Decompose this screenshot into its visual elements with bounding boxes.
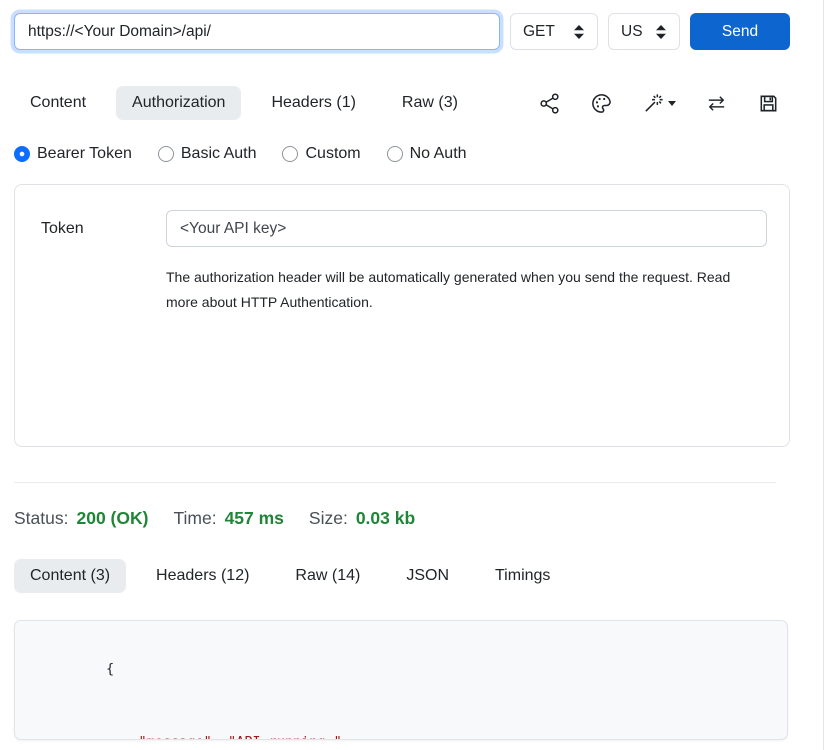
radio-custom[interactable]: Custom — [282, 145, 360, 163]
code-colon: : — [212, 734, 228, 740]
toolbar-icons — [538, 92, 790, 115]
tab-raw[interactable]: Raw (3) — [386, 86, 474, 120]
region-select[interactable]: US — [608, 13, 680, 50]
token-label: Token — [41, 220, 166, 238]
code-brace: { — [106, 661, 114, 677]
save-icon[interactable] — [757, 92, 780, 115]
updown-arrows-icon — [655, 24, 667, 40]
code-value: "API running." — [228, 734, 342, 740]
chevron-down-icon — [668, 101, 676, 106]
tab-authorization[interactable]: Authorization — [116, 86, 241, 120]
size-value: 0.03 kb — [356, 508, 415, 529]
swap-arrows-icon[interactable] — [705, 92, 728, 115]
radio-label: Bearer Token — [37, 145, 132, 163]
resp-tab-json[interactable]: JSON — [390, 559, 465, 593]
token-help-text: The authorization header will be automat… — [166, 265, 766, 315]
radio-label: No Auth — [410, 145, 467, 163]
magic-wand-dropdown-icon[interactable] — [642, 92, 676, 115]
radio-label: Custom — [305, 145, 360, 163]
request-bar: GET US Send — [14, 13, 790, 50]
magic-wand-icon — [642, 92, 665, 115]
radio-selected-icon — [14, 146, 30, 162]
radio-unselected-icon — [387, 146, 403, 162]
api-client-page: GET US Send Content Authorization Header… — [0, 0, 837, 750]
scrollbar-track[interactable] — [823, 0, 824, 750]
response-tabs: Content (3) Headers (12) Raw (14) JSON T… — [14, 559, 790, 593]
request-tabs: Content Authorization Headers (1) Raw (3… — [14, 86, 790, 120]
status-group: Status: 200 (OK) — [14, 508, 148, 529]
resp-tab-raw[interactable]: Raw (14) — [279, 559, 376, 593]
code-line: "message": "API running." — [41, 706, 787, 741]
url-input[interactable] — [14, 13, 500, 50]
palette-icon[interactable] — [590, 92, 613, 115]
token-input[interactable] — [166, 210, 767, 247]
share-icon[interactable] — [538, 92, 561, 115]
radio-label: Basic Auth — [181, 145, 257, 163]
updown-arrows-icon — [573, 24, 585, 40]
resp-tab-timings[interactable]: Timings — [479, 559, 566, 593]
auth-options: Bearer Token Basic Auth Custom No Auth — [14, 145, 790, 163]
response-body: { "message": "API running." } — [14, 620, 788, 740]
radio-bearer-token[interactable]: Bearer Token — [14, 145, 132, 163]
tab-headers[interactable]: Headers (1) — [255, 86, 371, 120]
region-select-value: US — [621, 23, 643, 41]
status-value: 200 (OK) — [76, 508, 148, 529]
radio-unselected-icon — [282, 146, 298, 162]
method-select[interactable]: GET — [510, 13, 598, 50]
time-value: 457 ms — [225, 508, 284, 529]
radio-unselected-icon — [158, 146, 174, 162]
code-line: { — [41, 632, 787, 706]
code-indent — [106, 734, 139, 740]
main-content: GET US Send Content Authorization Header… — [14, 13, 790, 740]
size-label: Size: — [309, 508, 348, 529]
response-status: Status: 200 (OK) Time: 457 ms Size: 0.03… — [14, 508, 790, 529]
code-key: "message" — [139, 734, 212, 740]
section-divider — [14, 482, 776, 483]
radio-no-auth[interactable]: No Auth — [387, 145, 467, 163]
resp-tab-headers[interactable]: Headers (12) — [140, 559, 265, 593]
token-panel: Token The authorization header will be a… — [14, 184, 790, 447]
size-group: Size: 0.03 kb — [309, 508, 415, 529]
status-label: Status: — [14, 508, 68, 529]
time-group: Time: 457 ms — [173, 508, 283, 529]
tab-content[interactable]: Content — [14, 86, 102, 120]
time-label: Time: — [173, 508, 216, 529]
resp-tab-content[interactable]: Content (3) — [14, 559, 126, 593]
token-row: Token — [41, 210, 767, 247]
radio-basic-auth[interactable]: Basic Auth — [158, 145, 257, 163]
method-select-value: GET — [523, 23, 555, 41]
send-button[interactable]: Send — [690, 13, 790, 50]
